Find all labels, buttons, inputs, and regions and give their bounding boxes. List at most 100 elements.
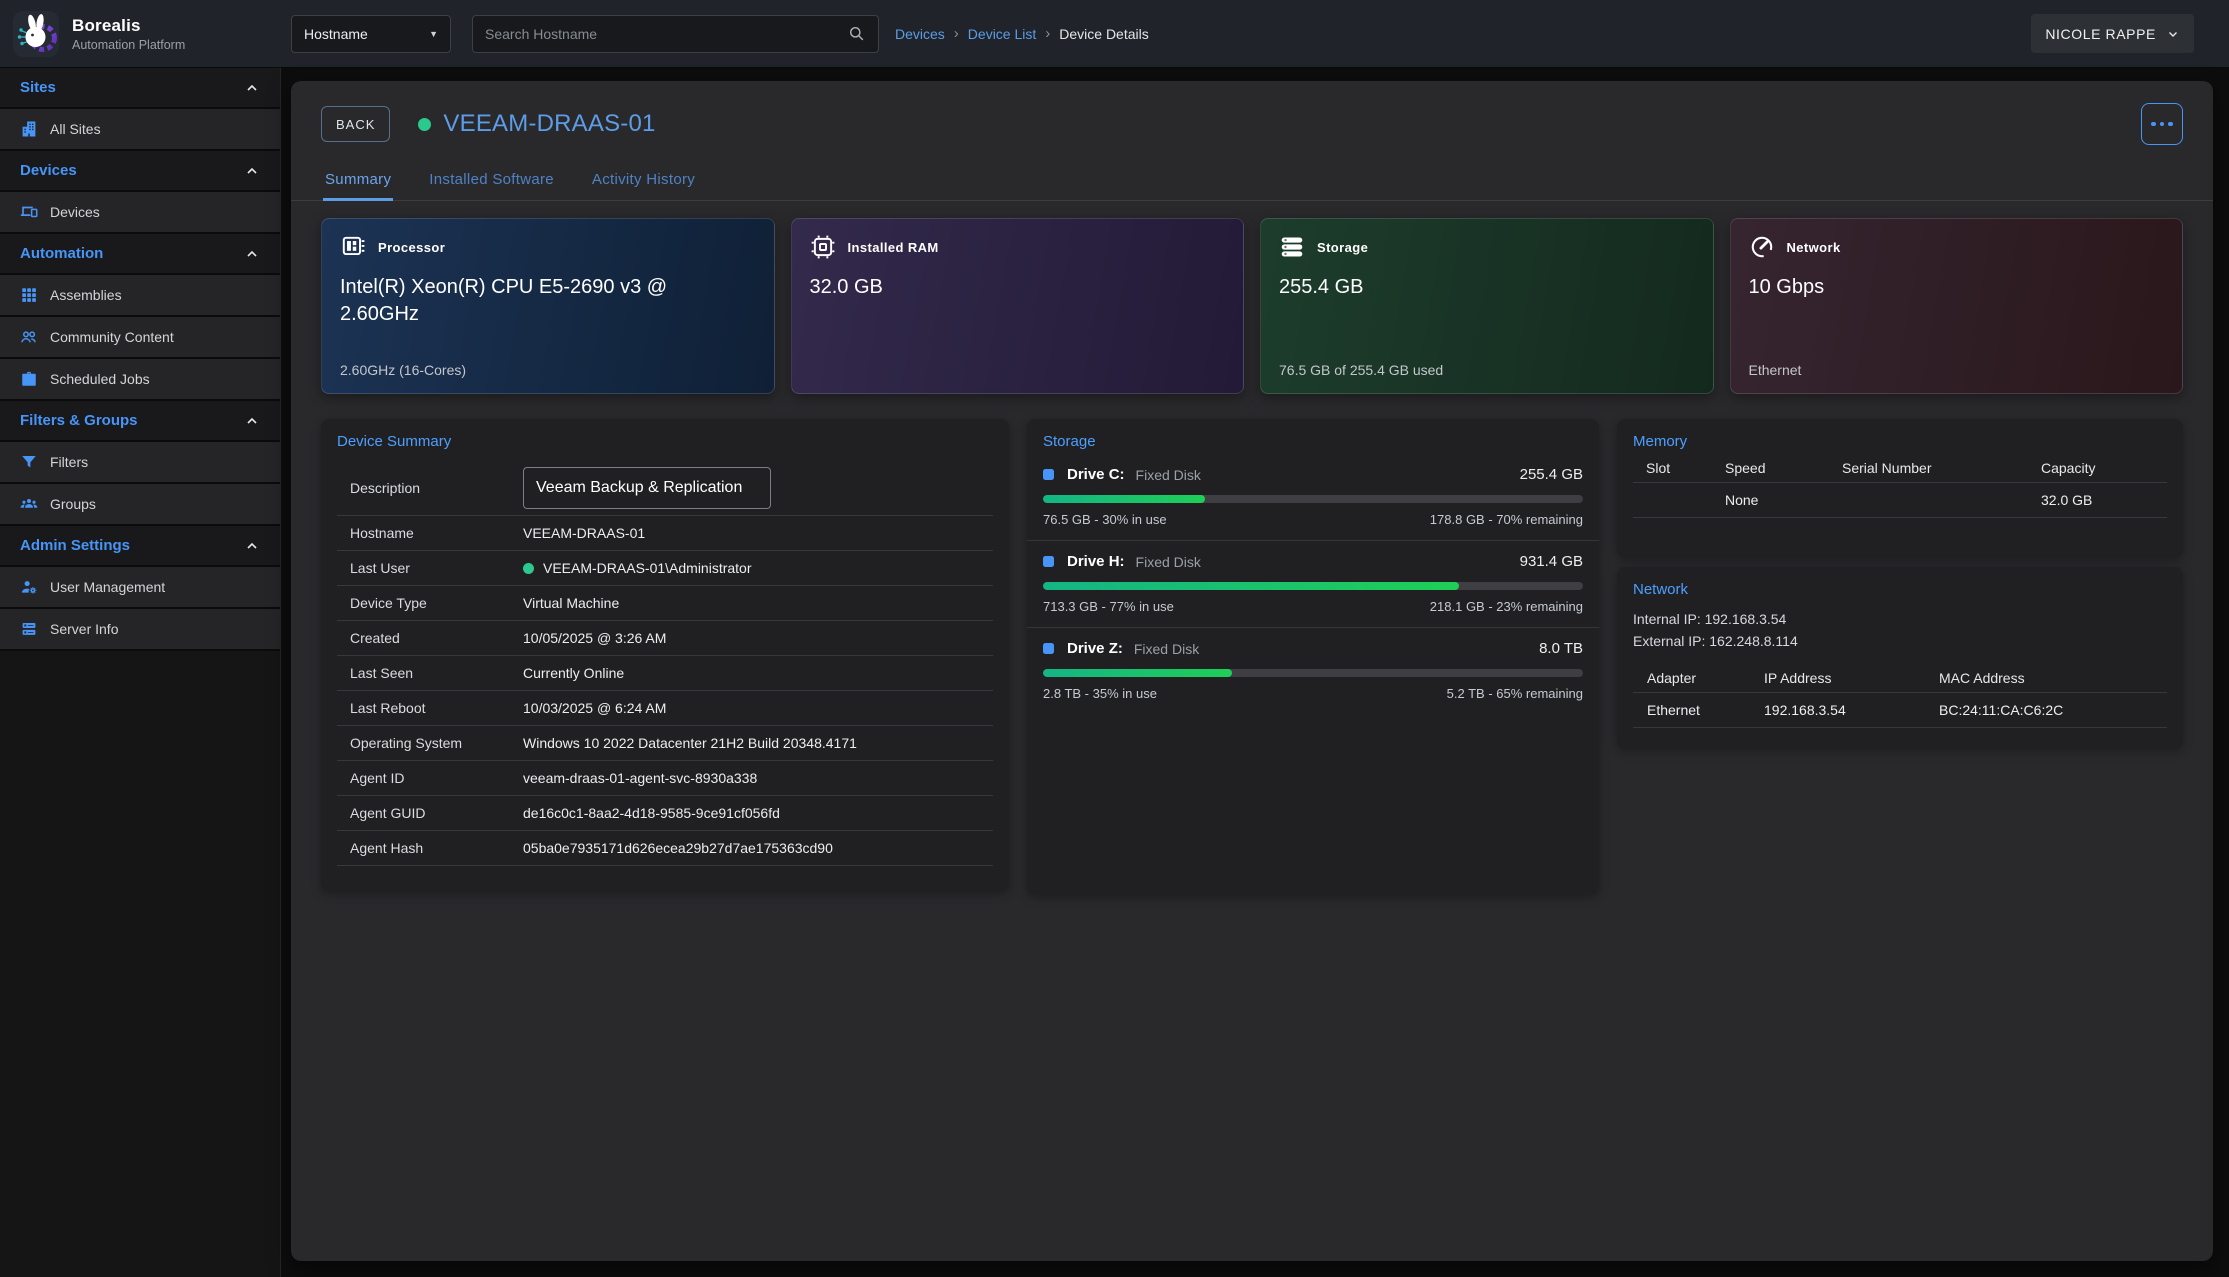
- sidebar-item-label: All Sites: [50, 121, 101, 137]
- card-label: Installed RAM: [848, 240, 939, 255]
- chevron-up-icon: [244, 163, 260, 179]
- drive-used: 76.5 GB - 30% in use: [1043, 512, 1167, 527]
- caret-down-icon: ▼: [429, 29, 438, 39]
- processor-sub: 2.60GHz (16-Cores): [340, 362, 466, 378]
- row-value: VEEAM-DRAAS-01: [523, 525, 645, 541]
- column-header: MAC Address: [1939, 670, 2167, 686]
- adapter-ip: 192.168.3.54: [1764, 702, 1939, 718]
- sidebar-section-automation[interactable]: Automation: [0, 234, 280, 275]
- network-value: 10 Gbps: [1749, 274, 2117, 301]
- search-bar[interactable]: [472, 15, 879, 53]
- row-label: Last Reboot: [337, 700, 523, 716]
- breadcrumb-devices[interactable]: Devices: [895, 26, 945, 42]
- network-card: Network 10 Gbps Ethernet: [1730, 218, 2184, 394]
- description-input[interactable]: [523, 467, 771, 509]
- chevron-down-icon: [2166, 27, 2180, 41]
- back-button[interactable]: BACK: [321, 106, 390, 142]
- device-header: BACK VEEAM-DRAAS-01: [321, 103, 2183, 145]
- stat-cards: Processor Intel(R) Xeon(R) CPU E5-2690 v…: [321, 218, 2183, 394]
- drive-row: Drive C: Fixed Disk 255.4 GB 76.5 GB - 3…: [1027, 454, 1599, 540]
- drive-type: Fixed Disk: [1134, 641, 1199, 657]
- table-row: Ethernet 192.168.3.54 BC:24:11:CA:C6:2C: [1633, 693, 2167, 727]
- sidebar-section-filters-groups[interactable]: Filters & Groups: [0, 401, 280, 442]
- drive-used: 2.8 TB - 35% in use: [1043, 686, 1157, 701]
- server-icon: [20, 620, 38, 638]
- row-label: Last User: [337, 560, 523, 576]
- gauge-icon: [1749, 234, 1775, 260]
- online-status-dot: [418, 118, 431, 131]
- tab-activity-history[interactable]: Activity History: [590, 165, 697, 200]
- table-row: Agent ID veeam-draas-01-agent-svc-8930a3…: [337, 761, 993, 796]
- panel-title: Device Summary: [321, 419, 1009, 454]
- row-value: 10/03/2025 @ 6:24 AM: [523, 700, 666, 716]
- row-value: Currently Online: [523, 665, 624, 681]
- column-header: Adapter: [1633, 670, 1764, 686]
- user-menu-button[interactable]: NICOLE RAPPE: [2031, 14, 2194, 53]
- sidebar-item-all-sites[interactable]: All Sites: [0, 109, 280, 151]
- table-row: Last User VEEAM-DRAAS-01\Administrator: [337, 551, 993, 586]
- device-summary-table: Description Hostname VEEAM-DRAAS-01 Last…: [321, 460, 1009, 866]
- chevron-up-icon: [244, 538, 260, 554]
- sidebar-item-scheduled-jobs[interactable]: Scheduled Jobs: [0, 359, 280, 401]
- column-header: Speed: [1725, 460, 1842, 476]
- drive-bullet-icon: [1043, 556, 1054, 567]
- panel-title: Storage: [1027, 419, 1599, 454]
- drive-row: Drive Z: Fixed Disk 8.0 TB 2.8 TB - 35% …: [1027, 627, 1599, 714]
- memory-capacity: 32.0 GB: [2041, 492, 2167, 508]
- breadcrumb-device-list[interactable]: Device List: [968, 26, 1036, 42]
- brand-text: Borealis Automation Platform: [72, 16, 185, 52]
- sidebar-section-sites[interactable]: Sites: [0, 68, 280, 109]
- row-value: VEEAM-DRAAS-01\Administrator: [523, 560, 752, 576]
- search-icon[interactable]: [847, 24, 866, 43]
- search-field-select[interactable]: Hostname ▼: [291, 15, 451, 53]
- table-row: Last Seen Currently Online: [337, 656, 993, 691]
- sidebar-item-community-content[interactable]: Community Content: [0, 317, 280, 359]
- detail-panels: Device Summary Description Hostname VEEA…: [321, 419, 2183, 894]
- storage-sub: 76.5 GB of 255.4 GB used: [1279, 362, 1443, 378]
- tab-summary[interactable]: Summary: [323, 165, 393, 201]
- borealis-app: Borealis Automation Platform Hostname ▼ …: [0, 0, 2229, 1277]
- processor-card: Processor Intel(R) Xeon(R) CPU E5-2690 v…: [321, 218, 775, 394]
- sidebar-item-filters[interactable]: Filters: [0, 442, 280, 484]
- table-row: Last Reboot 10/03/2025 @ 6:24 AM: [337, 691, 993, 726]
- chevron-up-icon: [244, 80, 260, 96]
- section-label: Devices: [20, 162, 77, 179]
- card-label: Network: [1787, 240, 1841, 255]
- row-value: 05ba0e7935171d626ecea29b27d7ae175363cd90: [523, 840, 833, 856]
- sidebar-item-devices[interactable]: Devices: [0, 192, 280, 234]
- row-value: de16c0c1-8aa2-4d18-9585-9ce91cf056fd: [523, 805, 780, 821]
- row-label: Agent ID: [337, 770, 523, 786]
- table-row: Hostname VEEAM-DRAAS-01: [337, 516, 993, 551]
- user-gear-icon: [20, 578, 38, 596]
- sidebar-section-devices[interactable]: Devices: [0, 151, 280, 192]
- drive-remaining: 218.1 GB - 23% remaining: [1430, 599, 1583, 614]
- sidebar: Sites All Sites Devices Devices: [0, 68, 281, 1277]
- network-sub: Ethernet: [1749, 362, 1802, 378]
- panel-title: Memory: [1617, 419, 2183, 454]
- storage-card: Storage 255.4 GB 76.5 GB of 255.4 GB use…: [1260, 218, 1714, 394]
- more-options-button[interactable]: [2141, 103, 2183, 145]
- column-header: Capacity: [2041, 460, 2167, 476]
- ram-chip-icon: [810, 234, 836, 260]
- row-value: veeam-draas-01-agent-svc-8930a338: [523, 770, 757, 786]
- sidebar-item-groups[interactable]: Groups: [0, 484, 280, 526]
- drive-remaining: 5.2 TB - 65% remaining: [1447, 686, 1583, 701]
- sidebar-item-assemblies[interactable]: Assemblies: [0, 275, 280, 317]
- drive-type: Fixed Disk: [1136, 467, 1201, 483]
- device-summary-panel: Device Summary Description Hostname VEEA…: [321, 419, 1009, 891]
- search-input[interactable]: [485, 26, 847, 42]
- briefcase-icon: [20, 370, 38, 388]
- brand-tagline: Automation Platform: [72, 38, 185, 52]
- breadcrumb-device-details: Device Details: [1059, 26, 1148, 42]
- search-field-selected: Hostname: [304, 26, 368, 42]
- sidebar-section-admin-settings[interactable]: Admin Settings: [0, 526, 280, 567]
- row-label: Created: [337, 630, 523, 646]
- tab-installed-software[interactable]: Installed Software: [427, 165, 556, 200]
- sidebar-item-server-info[interactable]: Server Info: [0, 609, 280, 651]
- borealis-rabbit-logo: [12, 10, 60, 58]
- drive-row: Drive H: Fixed Disk 931.4 GB 713.3 GB - …: [1027, 540, 1599, 627]
- row-label: Device Type: [337, 595, 523, 611]
- breadcrumb-separator: ›: [1045, 25, 1050, 42]
- breadcrumb-separator: ›: [954, 25, 959, 42]
- sidebar-item-user-management[interactable]: User Management: [0, 567, 280, 609]
